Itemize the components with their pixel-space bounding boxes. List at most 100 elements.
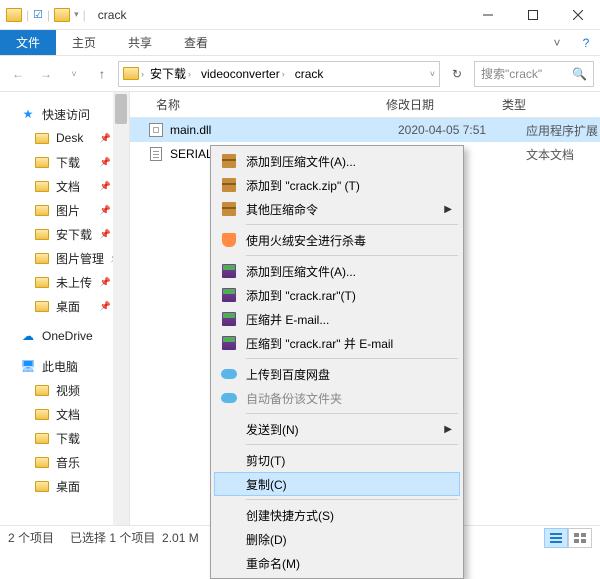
sidebar-item[interactable]: 文档 <box>0 402 129 426</box>
folder-icon <box>6 8 22 22</box>
refresh-button[interactable]: ↻ <box>444 61 470 87</box>
menu-separator <box>246 255 458 256</box>
scrollbar-thumb[interactable] <box>115 94 127 124</box>
context-menu[interactable]: 添加到压缩文件(A)...添加到 "crack.zip" (T)其他压缩命令▶使… <box>210 145 464 579</box>
details-view-button[interactable] <box>544 528 568 548</box>
scrollbar[interactable] <box>113 92 129 525</box>
menu-item[interactable]: 创建快捷方式(S) <box>214 503 460 527</box>
menu-separator <box>246 444 458 445</box>
sidebar-item-label: 图片管理 <box>56 250 104 267</box>
sidebar-item[interactable]: 未上传📌 <box>0 270 129 294</box>
sidebar-item-label: 图片 <box>56 202 80 219</box>
menu-item-label: 创建快捷方式(S) <box>246 507 334 524</box>
star-icon: ★ <box>20 106 36 122</box>
sidebar-item[interactable]: 🖥此电脑 <box>0 354 129 378</box>
column-date[interactable]: 修改日期 <box>386 96 502 113</box>
sidebar-item[interactable]: 安下载📌 <box>0 222 129 246</box>
sidebar-item[interactable]: 文档📌 <box>0 174 129 198</box>
folder-icon[interactable] <box>54 8 70 22</box>
pin-icon: 📌 <box>100 205 111 216</box>
checkmark-icon[interactable]: ☑ <box>33 8 43 21</box>
tab-share[interactable]: 共享 <box>112 30 168 55</box>
menu-item[interactable]: 添加到 "crack.rar"(T) <box>214 283 460 307</box>
menu-item[interactable]: 添加到压缩文件(A)... <box>214 149 460 173</box>
menu-item-label: 压缩到 "crack.rar" 并 E-mail <box>246 335 393 352</box>
rar-icon <box>220 334 238 352</box>
expand-ribbon-icon[interactable]: ˅ <box>542 30 572 55</box>
search-placeholder: 搜索"crack" <box>481 65 542 82</box>
menu-item[interactable]: 删除(D) <box>214 527 460 551</box>
search-input[interactable]: 搜索"crack" 🔍 <box>474 61 594 87</box>
breadcrumb-segment[interactable]: crack <box>291 67 328 81</box>
sidebar-item[interactable]: 桌面 <box>0 474 129 498</box>
window-title: crack <box>92 8 127 22</box>
sidebar-item[interactable]: 图片 📌 <box>0 198 129 222</box>
menu-item[interactable]: 使用火绒安全进行杀毒 <box>214 228 460 252</box>
tab-view[interactable]: 查看 <box>168 30 224 55</box>
menu-item[interactable]: 上传到百度网盘 <box>214 362 460 386</box>
address-dropdown-icon[interactable]: ˅ <box>430 69 435 79</box>
sidebar-item[interactable]: ★快速访问 <box>0 102 129 126</box>
dropdown-icon[interactable]: ▾ <box>74 9 79 20</box>
archive-icon <box>220 176 238 194</box>
menu-item[interactable]: 复制(C) <box>214 472 460 496</box>
shield-icon <box>220 231 238 249</box>
breadcrumb-segment[interactable]: 安下载› <box>146 65 195 82</box>
menu-item[interactable]: 其他压缩命令▶ <box>214 197 460 221</box>
file-type: 应用程序扩展 <box>526 122 598 139</box>
pc-icon: 🖥 <box>20 358 36 374</box>
file-type: 文本文档 <box>526 146 574 163</box>
menu-item[interactable]: 发送到(N)▶ <box>214 417 460 441</box>
navigation-pane[interactable]: ★快速访问Desk📌下载📌文档📌图片📌安下载📌图片管理📌未上传📌桌面📌☁OneD… <box>0 92 130 525</box>
menu-item-label: 重命名(M) <box>246 555 300 572</box>
menu-item[interactable]: 压缩并 E-mail... <box>214 307 460 331</box>
menu-item[interactable]: 添加到 "crack.zip" (T) <box>214 173 460 197</box>
menu-separator <box>246 224 458 225</box>
icons-view-button[interactable] <box>568 528 592 548</box>
column-name[interactable]: 名称 <box>138 96 386 113</box>
folder-icon <box>34 454 50 470</box>
pin-icon: 📌 <box>100 301 111 312</box>
menu-item-label: 压缩并 E-mail... <box>246 311 329 328</box>
up-button[interactable]: ↑ <box>90 62 114 86</box>
maximize-button[interactable] <box>510 0 555 30</box>
recent-dropdown[interactable]: ˅ <box>62 62 86 86</box>
minimize-button[interactable] <box>465 0 510 30</box>
close-button[interactable] <box>555 0 600 30</box>
quick-access-toolbar: | ☑ | ▾ | <box>0 8 92 22</box>
sidebar-item[interactable]: Desk📌 <box>0 126 129 150</box>
menu-item[interactable]: 重命名(M) <box>214 551 460 575</box>
folder-icon <box>34 226 50 242</box>
menu-item[interactable]: 添加到压缩文件(A)... <box>214 259 460 283</box>
sidebar-item-label: 文档 <box>56 406 80 423</box>
sidebar-item[interactable]: 下载📌 <box>0 150 129 174</box>
breadcrumb-segment[interactable]: videoconverter› <box>197 67 289 81</box>
sidebar-item[interactable]: 下载 <box>0 426 129 450</box>
back-button[interactable]: ← <box>6 62 30 86</box>
file-tab[interactable]: 文件 <box>0 30 56 55</box>
sidebar-item-label: 视频 <box>56 382 80 399</box>
tab-home[interactable]: 主页 <box>56 30 112 55</box>
selection-info: 已选择 1 个项目 2.01 M <box>70 529 199 546</box>
submenu-arrow-icon: ▶ <box>444 204 452 215</box>
archive-icon <box>220 152 238 170</box>
sidebar-item[interactable]: 图片管理📌 <box>0 246 129 270</box>
sidebar-item[interactable]: 视频 <box>0 378 129 402</box>
chevron-right-icon[interactable]: › <box>141 69 144 79</box>
sidebar-item[interactable]: ☁OneDrive <box>0 324 129 348</box>
file-row[interactable]: main.dll2020-04-05 7:51应用程序扩展 <box>130 118 600 142</box>
address-bar[interactable]: › 安下载› videoconverter› crack ˅ <box>118 61 440 87</box>
menu-item-label: 上传到百度网盘 <box>246 366 330 383</box>
sidebar-item[interactable]: 音乐 <box>0 450 129 474</box>
help-icon[interactable]: ? <box>572 30 600 55</box>
forward-button[interactable]: → <box>34 62 58 86</box>
folder-icon <box>34 130 50 146</box>
column-headers: 名称 修改日期 类型 <box>130 92 600 118</box>
menu-item[interactable]: 压缩到 "crack.rar" 并 E-mail <box>214 331 460 355</box>
menu-item[interactable]: 剪切(T) <box>214 448 460 472</box>
column-type[interactable]: 类型 <box>502 96 600 113</box>
folder-icon <box>34 406 50 422</box>
menu-separator <box>246 413 458 414</box>
sidebar-item[interactable]: 桌面📌 <box>0 294 129 318</box>
pin-icon: 📌 <box>100 157 111 168</box>
